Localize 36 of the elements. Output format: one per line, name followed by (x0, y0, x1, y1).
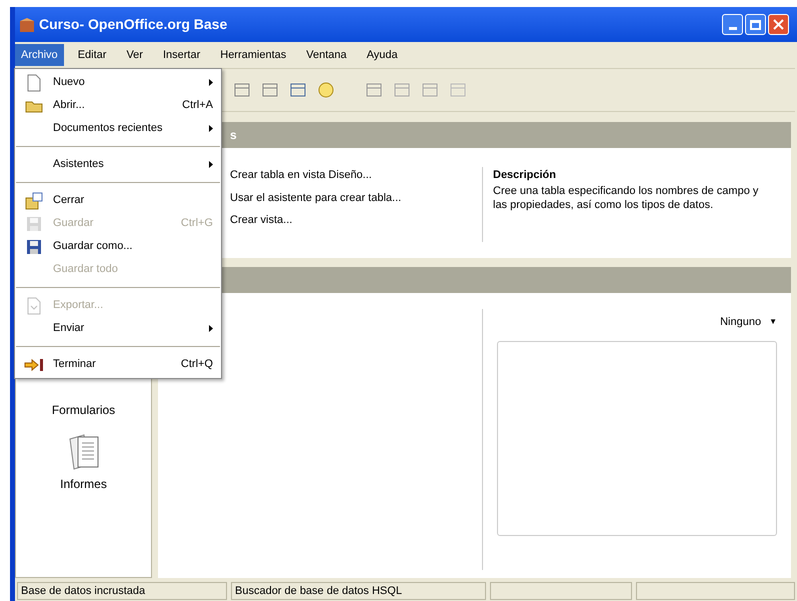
menu-item[interactable]: Editar (72, 44, 112, 66)
menu-entry[interactable]: Enviar (15, 317, 221, 340)
menu-entry[interactable]: Asistentes (15, 153, 221, 176)
status-bar-field: Base de datos incrustada (17, 582, 227, 600)
preview-mode-dropdown[interactable]: Ninguno ▼ (720, 311, 777, 333)
sidebar-item[interactable]: Informes (60, 475, 107, 493)
task-link[interactable]: Crear vista... (230, 212, 482, 228)
menu-entry[interactable]: Guardar como... (15, 235, 221, 258)
document-export-icon (26, 296, 42, 314)
menu-entry[interactable]: Cerrar (15, 189, 221, 212)
menu-item[interactable]: Insertar (156, 44, 206, 66)
document-icon (26, 74, 42, 92)
sidebar-item[interactable]: Formularios (52, 401, 116, 419)
menu-item[interactable]: Archivo (15, 44, 64, 66)
menu-entry[interactable]: Documentos recientes (15, 117, 221, 140)
folder-icon (25, 98, 43, 112)
status-bar-field: Buscador de base de datos HSQL (231, 582, 486, 600)
close-icon (773, 19, 784, 30)
maximize-button[interactable] (745, 14, 766, 35)
menu-item[interactable]: Herramientas (214, 44, 292, 66)
close-button[interactable] (768, 14, 789, 35)
exit-arrow-icon (24, 358, 44, 372)
folder-close-icon (25, 192, 43, 210)
description-text: Cree una tabla especificando los nombres de campo y las propiedades, así como los tipos de datos. (493, 184, 760, 212)
task-link[interactable]: Usar el asistente para crear tabla... (230, 190, 482, 206)
window-title: Curso- OpenOffice.org Base (39, 15, 228, 34)
menu-item[interactable]: Ayuda (360, 44, 404, 66)
task-link[interactable]: Crear tabla en vista Diseño... (230, 167, 482, 184)
menu-entry[interactable]: Nuevo (15, 71, 221, 94)
menu-item[interactable]: Ventana (300, 44, 353, 66)
menu-entry[interactable]: Terminar Ctrl+Q (15, 353, 221, 376)
description-title: Descripción (493, 168, 557, 183)
menu-entry[interactable]: Abrir... Ctrl+A (15, 94, 221, 117)
menu-item[interactable]: Ver (120, 44, 149, 66)
help-icon[interactable] (317, 81, 335, 99)
minimize-button[interactable] (722, 14, 743, 35)
